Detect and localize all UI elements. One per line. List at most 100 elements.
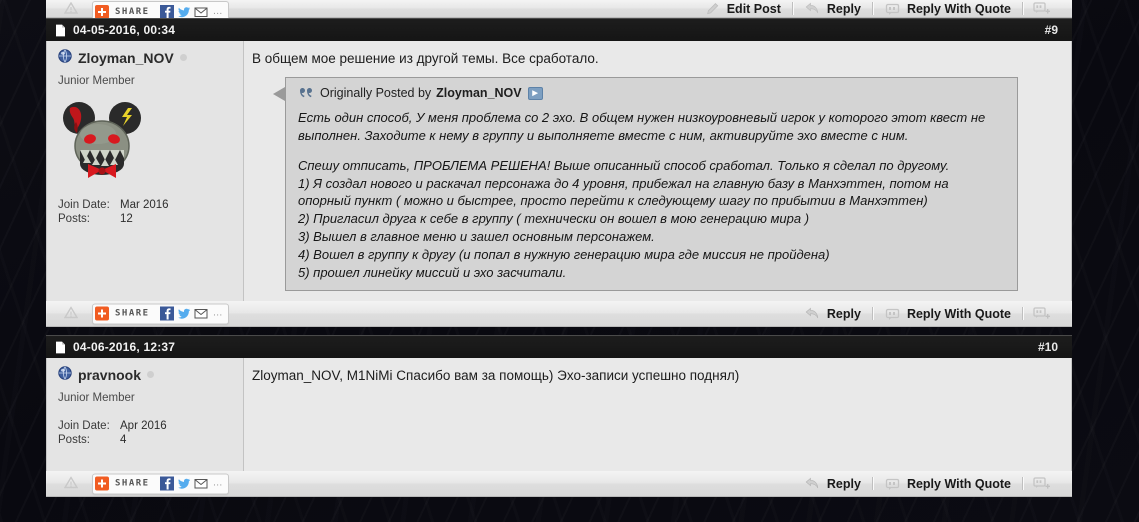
reply-with-quote-button-top[interactable]: Reply With Quote xyxy=(874,0,1022,17)
avatar[interactable] xyxy=(58,96,243,187)
posts-count-row-10: Posts: 4 xyxy=(58,434,243,446)
warning-triangle-icon[interactable] xyxy=(63,476,79,491)
quote-block-9: Originally Posted by Zloyman_NOV ▶ Есть … xyxy=(273,77,1018,292)
status-dot-9 xyxy=(179,54,187,61)
status-dot-10 xyxy=(147,371,155,379)
warning-triangle-icon[interactable] xyxy=(63,1,79,17)
quote-prefix: Originally Posted by xyxy=(320,86,432,101)
post-date-9: 04-05-2016, 00:34 xyxy=(73,23,176,37)
posts-label: Posts: xyxy=(58,213,90,225)
post-actionbar-9: SHARE … Reply Reply With Quote xyxy=(46,301,1072,328)
username-row-9: Zloyman_NOV xyxy=(58,49,243,66)
view-post-icon[interactable]: ▶ xyxy=(527,86,543,100)
posts-count-row-9: Posts: 12 xyxy=(58,213,243,225)
addthis-plus-icon[interactable] xyxy=(95,476,109,491)
multiquote-plus-icon xyxy=(1033,476,1051,491)
reply-with-quote-label-top: Reply With Quote xyxy=(906,1,1011,16)
user-stats-10: Join Date: Apr 2016 Posts: 4 xyxy=(58,420,243,446)
reply-with-quote-button-9[interactable]: Reply With Quote xyxy=(874,301,1022,326)
addthis-plus-icon[interactable] xyxy=(95,4,109,19)
posts-label: Posts: xyxy=(58,434,90,447)
online-status-globe-icon xyxy=(58,49,72,66)
reply-label-9: Reply xyxy=(826,306,861,321)
quote-line-4: 3) Вышел в главное меню и зашел основным… xyxy=(298,229,655,244)
reply-button-top[interactable]: Reply xyxy=(794,0,872,17)
username-link-10[interactable]: pravnook xyxy=(78,367,141,383)
post-number-10[interactable]: #10 xyxy=(1038,340,1058,354)
share-label: SHARE xyxy=(115,478,150,489)
username-link-9[interactable]: Zloyman_NOV xyxy=(78,50,174,66)
post-document-icon xyxy=(55,24,66,37)
reply-arrow-icon xyxy=(805,2,820,16)
twitter-icon[interactable] xyxy=(177,477,191,491)
post-content-9: В общем мое решение из другой темы. Все … xyxy=(244,41,1071,302)
post-actionbar-top: SHARE … Edit Post Reply Reply With Quote xyxy=(46,0,1072,22)
twitter-icon[interactable] xyxy=(177,307,191,321)
multiquote-plus-icon xyxy=(1033,1,1051,16)
post-body-9: Zloyman_NOV Junior Member Join Date: Mar… xyxy=(46,41,1072,302)
quote-marks-icon xyxy=(298,87,314,99)
top-actions: Edit Post Reply Reply With Quote xyxy=(694,0,1060,17)
multiquote-button-10[interactable] xyxy=(1024,471,1060,496)
post-content-10: Zloyman_NOV, M1NiMi Спасибо вам за помощ… xyxy=(244,358,1071,472)
quote-header: Originally Posted by Zloyman_NOV ▶ xyxy=(298,86,1005,100)
twitter-icon[interactable] xyxy=(177,5,191,19)
facebook-icon[interactable] xyxy=(159,306,174,321)
warning-triangle-icon[interactable] xyxy=(63,306,79,321)
addthis-plus-icon[interactable] xyxy=(95,306,109,321)
edit-post-button[interactable]: Edit Post xyxy=(694,0,792,17)
share-label: SHARE xyxy=(115,308,150,319)
post-message-10: Zloyman_NOV, M1NiMi Спасибо вам за помощ… xyxy=(252,368,740,384)
quote-text: Есть один способ, У меня проблема со 2 э… xyxy=(298,109,1005,281)
join-date-label: Join Date: xyxy=(58,199,110,211)
post-message-9: В общем мое решение из другой темы. Все … xyxy=(252,51,599,66)
reply-button-9[interactable]: Reply xyxy=(794,301,872,326)
email-icon[interactable] xyxy=(194,5,208,19)
reply-label-top: Reply xyxy=(826,1,861,16)
reply-button-10[interactable]: Reply xyxy=(794,471,872,496)
posts-value: 12 xyxy=(120,213,133,225)
posts-value: 4 xyxy=(120,434,127,447)
quote-beak xyxy=(273,87,285,102)
join-date-label: Join Date: xyxy=(58,420,110,433)
post-actions-10: Reply Reply With Quote xyxy=(794,471,1060,496)
quote-line-6: 5) прошел линейку миссий и эхо засчитали… xyxy=(298,264,567,280)
post-document-icon xyxy=(55,341,66,354)
join-date-value: Mar 2016 xyxy=(120,199,169,211)
user-info-9: Zloyman_NOV Junior Member Join Date: Mar… xyxy=(47,41,244,302)
online-status-globe-icon xyxy=(58,366,72,383)
share-more-icon[interactable]: … xyxy=(213,6,223,17)
thread-container: SHARE … Edit Post Reply Reply With Quote… xyxy=(46,0,1072,522)
share-more-icon[interactable]: … xyxy=(213,478,223,489)
user-info-10: pravnook Junior Member Join Date: Apr 20… xyxy=(47,358,244,472)
post-actions-9: Reply Reply With Quote xyxy=(794,301,1060,326)
reply-with-quote-label-10: Reply With Quote xyxy=(906,476,1011,491)
email-icon[interactable] xyxy=(194,477,208,491)
reply-arrow-icon xyxy=(805,307,820,321)
share-widget-9[interactable]: SHARE … xyxy=(92,303,229,325)
reply-with-quote-button-10[interactable]: Reply With Quote xyxy=(874,471,1022,496)
post-header-9: 04-05-2016, 00:34 #9 xyxy=(46,18,1072,41)
user-title-10: Junior Member xyxy=(58,392,135,405)
quote-line-2: 1) Я создал нового и раскачал персонажа … xyxy=(298,175,949,209)
reply-with-quote-label-9: Reply With Quote xyxy=(906,306,1011,321)
post-date-10: 04-06-2016, 12:37 xyxy=(73,340,176,355)
quote-line-5: 4) Вошел в группу к другу (и попал в нуж… xyxy=(298,246,830,262)
share-widget-10[interactable]: SHARE … xyxy=(92,473,229,495)
post-number-9[interactable]: #9 xyxy=(1045,23,1058,37)
post-header-10: 04-06-2016, 12:37 #10 xyxy=(46,335,1072,359)
multiquote-button-9[interactable] xyxy=(1024,301,1060,326)
post-body-10: pravnook Junior Member Join Date: Apr 20… xyxy=(46,358,1072,472)
quote-author[interactable]: Zloyman_NOV xyxy=(436,86,521,100)
user-stats-9: Join Date: Mar 2016 Posts: 12 xyxy=(58,199,243,225)
facebook-icon[interactable] xyxy=(159,476,174,491)
email-icon[interactable] xyxy=(194,307,208,321)
post-gap xyxy=(46,327,1072,335)
username-row-10: pravnook xyxy=(58,366,243,383)
post-actionbar-10: SHARE … Reply Reply With Quote xyxy=(46,471,1072,498)
multiquote-button-top[interactable] xyxy=(1024,0,1060,17)
facebook-icon[interactable] xyxy=(159,4,174,19)
reply-label-10: Reply xyxy=(826,476,861,491)
share-more-icon[interactable]: … xyxy=(213,308,223,319)
